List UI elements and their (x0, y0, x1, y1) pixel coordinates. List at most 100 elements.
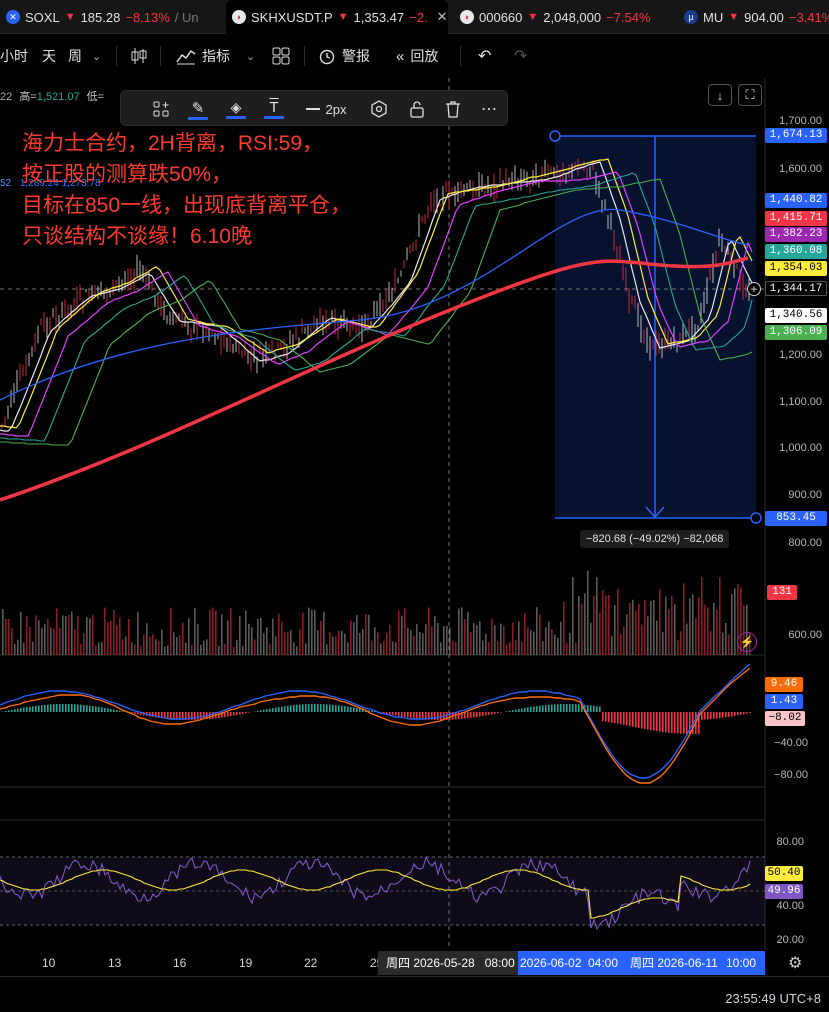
volume-bar (641, 624, 643, 655)
macd-histogram-bar (749, 712, 751, 713)
lock-icon[interactable] (405, 91, 429, 127)
volume-bar (230, 608, 232, 655)
macd-histogram-bar (245, 712, 247, 714)
macd-histogram-bar (341, 705, 343, 712)
volume-bar (146, 623, 148, 655)
macd-histogram-bar (404, 712, 406, 718)
line-width-button[interactable]: 2px (301, 91, 351, 127)
time-axis-label: 10 (42, 956, 56, 970)
more-options-icon[interactable]: ⋯ (477, 91, 501, 127)
volume-bar (272, 618, 274, 655)
legend-high-label: 高= (19, 91, 37, 103)
volume-bar (614, 605, 616, 655)
volume-bar (503, 625, 505, 655)
volume-bar (623, 626, 625, 655)
volume-bar (530, 630, 532, 655)
volume-bar (128, 619, 130, 655)
macd-histogram-bar (407, 712, 409, 718)
macd-histogram-bar (44, 704, 46, 712)
macd-histogram-bar (515, 709, 517, 712)
volume-bar (266, 627, 268, 655)
volume-bar (98, 642, 100, 655)
macd-histogram-bar (440, 712, 442, 720)
text-color-icon[interactable]: T (261, 91, 287, 127)
settings-gear-icon[interactable] (367, 91, 391, 127)
macd-histogram-bar (533, 706, 535, 712)
volume-bar (476, 625, 478, 655)
fill-color-icon[interactable]: ◈ (223, 91, 249, 127)
volume-bar (209, 609, 211, 655)
macd-histogram-bar (110, 708, 112, 712)
volume-bar (671, 595, 673, 655)
axis-settings-gear-icon[interactable]: ⚙ (788, 953, 802, 973)
volume-bar (434, 616, 436, 655)
volume-bar (608, 595, 610, 655)
trash-icon[interactable] (441, 91, 465, 127)
volume-bar (350, 620, 352, 655)
macd-histogram-bar (296, 704, 298, 712)
volume-bar (386, 632, 388, 655)
macd-histogram-bar (611, 712, 613, 723)
macd-histogram-bar (542, 705, 544, 712)
macd-histogram-bar (557, 704, 559, 712)
price-tag-ma: 1,360.08 (765, 244, 827, 259)
macd-histogram-bar (629, 712, 631, 727)
macd-histogram-bar (38, 705, 40, 712)
macd-histogram-bar (98, 706, 100, 712)
volume-bar (173, 632, 175, 655)
volume-bar (551, 629, 553, 655)
volume-bar (176, 637, 178, 655)
volume-bar (383, 640, 385, 655)
macd-histogram-bar (728, 712, 730, 717)
volume-bar (116, 624, 118, 655)
lightning-icon[interactable]: ⚡ (737, 632, 757, 652)
measure-handle[interactable] (549, 130, 561, 142)
volume-bar (419, 631, 421, 655)
clock[interactable]: 23:55:49 UTC+8 (725, 991, 821, 1006)
volume-bar (257, 618, 259, 655)
macd-histogram-bar (614, 712, 616, 724)
macd-histogram-bar (371, 710, 373, 712)
macd-histogram-bar (320, 704, 322, 712)
volume-bar (707, 607, 709, 655)
macd-histogram-bar (743, 712, 745, 715)
volume-bar (218, 645, 220, 655)
time-axis-label: 16 (173, 956, 187, 970)
volume-bar (152, 634, 154, 655)
volume-bar (689, 598, 691, 655)
volume-bar (413, 635, 415, 655)
macd-histogram-bar (512, 710, 514, 712)
volume-bar (44, 623, 46, 655)
volume-bar (236, 639, 238, 655)
volume-bar (656, 620, 658, 655)
macd-histogram-bar (11, 709, 13, 712)
add-template-icon[interactable] (149, 91, 173, 127)
macd-histogram-bar (716, 712, 718, 719)
volume-bar (344, 633, 346, 655)
price-axis-label: 1,700.00 (779, 115, 822, 127)
download-icon[interactable]: ↓ (708, 84, 732, 106)
volume-bar (53, 628, 55, 655)
macd-tag: 9.46 (765, 677, 803, 692)
line-color-icon[interactable]: ✎ (185, 91, 211, 127)
volume-bar (527, 627, 529, 655)
volume-bar (338, 630, 340, 655)
measure-handle[interactable] (750, 512, 762, 524)
price-axis-label: 1,600.00 (779, 163, 822, 175)
price-tag-measure-top: 1,674.13 (765, 128, 827, 143)
volume-bar (674, 604, 676, 655)
add-alert-plus-icon[interactable]: + (747, 282, 761, 296)
volume-bar (686, 623, 688, 655)
macd-histogram-bar (293, 705, 295, 712)
macd-histogram-bar (260, 710, 262, 712)
fullscreen-icon[interactable]: ⛶ (738, 84, 762, 106)
macd-histogram-bar (467, 712, 469, 719)
annotation-text[interactable]: 海力士合约，2H背离，RSI:59， 按正股的测算跌50%， 目标在850一线，… (22, 128, 351, 252)
macd-histogram-bar (623, 712, 625, 725)
macd-histogram-bar (41, 705, 43, 712)
time-axis[interactable]: 10 13 16 19 22 25 周四 2026-05-28 08:00 20… (0, 950, 802, 976)
volume-bar (125, 636, 127, 655)
macd-histogram-bar (77, 704, 79, 712)
macd-histogram-bar (551, 704, 553, 712)
status-bar: 23:55:49 UTC+8 (0, 976, 829, 1012)
